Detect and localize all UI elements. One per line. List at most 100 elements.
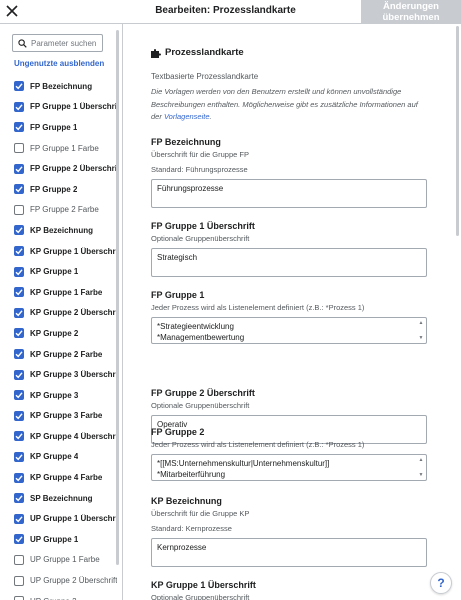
field-input[interactable]: Führungsprozesse xyxy=(151,179,427,208)
field-description: Optionale Gruppenüberschrift xyxy=(151,401,250,410)
parameter-checkbox[interactable] xyxy=(14,122,24,133)
parameter-item[interactable]: KP Gruppe 4 Überschrift xyxy=(14,426,118,447)
parameter-item[interactable]: KP Gruppe 4 Farbe xyxy=(14,467,118,488)
field-input[interactable]: Kernprozesse xyxy=(151,538,427,567)
checkmark-icon xyxy=(15,495,23,502)
parameter-checkbox[interactable] xyxy=(14,287,24,298)
parameter-label: FP Gruppe 2 Überschrift xyxy=(30,164,118,174)
parameter-item[interactable]: KP Gruppe 2 Farbe xyxy=(14,344,118,365)
parameter-item[interactable]: SP Bezeichnung xyxy=(14,488,118,509)
hide-unused-link[interactable]: Ungenutzte ausblenden xyxy=(14,59,104,68)
parameter-label: KP Gruppe 4 xyxy=(30,452,79,462)
parameter-label: KP Gruppe 4 Farbe xyxy=(30,473,103,483)
parameter-item[interactable]: UP Gruppe 2 xyxy=(14,591,118,600)
parameter-checkbox[interactable] xyxy=(14,369,24,380)
checkmark-icon xyxy=(15,166,23,172)
parameter-item[interactable]: KP Gruppe 1 xyxy=(14,261,118,282)
parameter-item[interactable]: FP Gruppe 1 xyxy=(14,117,118,138)
parameter-item[interactable]: KP Gruppe 3 Farbe xyxy=(14,406,118,427)
parameter-label: UP Gruppe 2 Überschrift xyxy=(30,576,118,586)
parameter-checkbox[interactable] xyxy=(14,143,24,154)
parameter-item[interactable]: KP Gruppe 3 xyxy=(14,385,118,406)
template-page-link[interactable]: Vorlagenseite xyxy=(164,112,210,121)
checkmark-icon xyxy=(15,227,23,234)
parameter-checkbox[interactable] xyxy=(14,534,24,545)
sidebar-scrollbar[interactable] xyxy=(116,30,119,565)
field-input[interactable]: Strategisch xyxy=(151,248,427,277)
checkmark-icon xyxy=(15,371,23,378)
parameter-item[interactable]: KP Gruppe 3 Überschrift xyxy=(14,364,118,385)
parameter-item[interactable]: FP Gruppe 1 Farbe xyxy=(14,138,118,159)
parameter-checkbox[interactable] xyxy=(14,431,24,442)
parameter-checkbox[interactable] xyxy=(14,266,24,277)
parameter-item[interactable]: UP Gruppe 1 xyxy=(14,529,118,550)
parameter-label: FP Gruppe 2 Farbe xyxy=(30,205,99,215)
parameter-item[interactable]: FP Gruppe 2 Überschrift xyxy=(14,158,118,179)
parameter-label: KP Gruppe 1 Überschrift xyxy=(30,246,118,256)
parameter-item[interactable]: KP Gruppe 2 Überschrift xyxy=(14,303,118,324)
search-input[interactable] xyxy=(31,38,101,48)
parameter-item[interactable]: FP Bezeichnung xyxy=(14,76,118,97)
field-scrollbar[interactable]: ▲ ▼ xyxy=(418,457,424,478)
checkmark-icon xyxy=(15,516,23,523)
parameter-checkbox[interactable] xyxy=(14,554,24,565)
parameter-checkbox[interactable] xyxy=(14,184,24,195)
main-scrollbar[interactable] xyxy=(456,26,459,236)
parameter-item[interactable]: KP Gruppe 2 xyxy=(14,323,118,344)
parameter-checkbox[interactable] xyxy=(14,575,24,586)
field-input[interactable]: *[[MS:Unternehmenskultur|Unternehmenskul… xyxy=(151,454,427,481)
parameter-field: FP Gruppe 1 Jeder Prozess wird als Listen… xyxy=(151,290,427,344)
field-value-line: *Managementbewertung xyxy=(157,332,245,342)
parameter-checkbox[interactable] xyxy=(14,328,24,339)
parameter-checkbox[interactable] xyxy=(14,349,24,360)
field-label: KP Gruppe 1 Überschrift xyxy=(151,580,256,590)
parameter-label: KP Gruppe 2 Überschrift xyxy=(30,308,118,318)
puzzle-icon xyxy=(151,48,161,58)
parameter-checkbox[interactable] xyxy=(14,472,24,483)
parameter-checkbox[interactable] xyxy=(14,225,24,236)
parameter-item[interactable]: UP Gruppe 1 Überschrift xyxy=(14,508,118,529)
field-input[interactable]: *Strategieentwicklung *Managementbewertun… xyxy=(151,317,427,344)
apply-changes-button[interactable]: Änderungen übernehmen xyxy=(361,0,461,24)
parameter-item[interactable]: UP Gruppe 2 Überschrift xyxy=(14,570,118,591)
parameter-label: KP Gruppe 2 Farbe xyxy=(30,349,103,359)
help-button[interactable]: ? xyxy=(430,572,452,594)
checkmark-icon xyxy=(15,83,23,90)
parameter-checkbox[interactable] xyxy=(14,513,24,524)
checkmark-icon xyxy=(15,392,23,399)
parameter-checkbox[interactable] xyxy=(14,163,24,174)
parameter-item[interactable]: KP Gruppe 1 Überschrift xyxy=(14,241,118,262)
parameter-label: FP Bezeichnung xyxy=(30,81,93,91)
parameter-checkbox[interactable] xyxy=(14,101,24,112)
parameter-checkbox[interactable] xyxy=(14,390,24,401)
parameter-item[interactable]: UP Gruppe 1 Farbe xyxy=(14,550,118,571)
parameter-label: UP Gruppe 1 Farbe xyxy=(30,555,100,565)
field-scrollbar[interactable]: ▲ ▼ xyxy=(418,320,424,341)
parameter-item[interactable]: KP Bezeichnung xyxy=(14,220,118,241)
field-value-line: Strategisch xyxy=(157,253,198,262)
parameter-checkbox[interactable] xyxy=(14,451,24,462)
field-default: Standard: Kernprozesse xyxy=(151,524,232,533)
parameter-item[interactable]: KP Gruppe 4 xyxy=(14,447,118,468)
parameter-label: FP Gruppe 2 xyxy=(30,184,78,194)
parameter-item[interactable]: FP Gruppe 2 xyxy=(14,179,118,200)
checkmark-icon xyxy=(15,330,23,337)
parameter-checkbox[interactable] xyxy=(14,246,24,257)
parameter-label: UP Gruppe 1 Überschrift xyxy=(30,514,118,524)
parameter-checkbox[interactable] xyxy=(14,307,24,318)
parameter-search[interactable] xyxy=(12,34,103,52)
parameter-checkbox[interactable] xyxy=(14,493,24,504)
parameter-item[interactable]: FP Gruppe 1 Überschrift xyxy=(14,97,118,118)
parameter-list: FP Bezeichnung FP Gruppe 1 Überschrift FP … xyxy=(14,76,118,600)
parameter-label: KP Bezeichnung xyxy=(30,225,93,235)
parameter-checkbox[interactable] xyxy=(14,204,24,215)
checkmark-icon xyxy=(15,536,23,543)
parameter-item[interactable]: KP Gruppe 1 Farbe xyxy=(14,282,118,303)
parameter-item[interactable]: FP Gruppe 2 Farbe xyxy=(14,200,118,221)
parameter-checkbox[interactable] xyxy=(14,410,24,421)
checkmark-icon xyxy=(15,310,23,317)
field-description: Optionale Gruppenüberschrift xyxy=(151,234,250,243)
parameter-checkbox[interactable] xyxy=(14,596,24,600)
parameter-checkbox[interactable] xyxy=(14,81,24,92)
search-icon xyxy=(18,38,27,48)
